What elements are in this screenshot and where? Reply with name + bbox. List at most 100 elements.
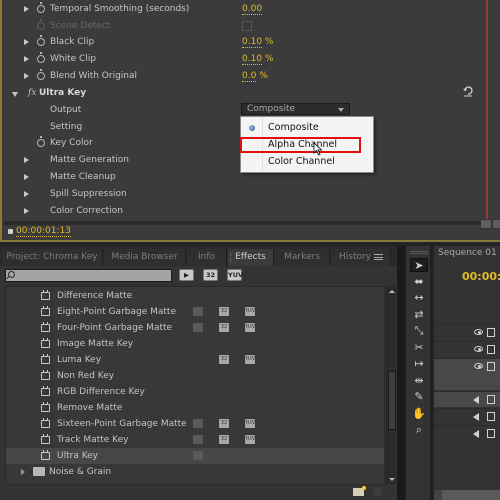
ripple-edit-tool[interactable]: ↔ [410,291,428,305]
output-dropdown[interactable]: Composite [241,103,350,115]
video-track-header[interactable] [434,341,500,357]
stopwatch-icon[interactable] [37,136,45,147]
pen-tool[interactable]: ✎ [410,390,428,404]
effect-list-item[interactable]: Difference Matte [6,288,384,304]
effect-list-item[interactable]: Sixteen-Point Garbage Matte 32 YUV [6,416,384,432]
expand-triangle-icon[interactable] [21,469,25,475]
sync-lock-icon[interactable] [487,345,495,354]
video-track-header[interactable] [434,324,500,340]
rate-stretch-tool[interactable]: ⤡ [410,324,428,338]
tab-info[interactable]: Info [187,249,227,266]
zoom-tool[interactable]: ⌕ [410,423,428,437]
scroll-up-icon[interactable] [389,290,395,293]
yuv-filter-button[interactable]: YUV [227,269,243,281]
zoom-in-button[interactable] [492,219,500,229]
group-spill-suppression[interactable]: Spill Suppression [2,186,232,202]
param-value[interactable]: 0.10 % [242,34,273,50]
effect-list-item[interactable]: Remove Matte [6,400,384,416]
sync-lock-icon[interactable] [487,412,495,421]
32-bit-filter-button[interactable]: 32 [203,269,218,281]
stopwatch-icon[interactable] [37,69,45,80]
eye-icon[interactable] [474,329,483,335]
drag-grip-icon[interactable] [410,251,428,254]
timeline-scrollbar[interactable] [434,490,500,500]
menu-item-composite[interactable]: Composite [241,119,373,136]
stopwatch-icon[interactable] [37,2,45,13]
param-value[interactable]: 0.10 % [242,51,273,67]
eye-icon[interactable] [474,346,483,352]
group-matte-cleanup[interactable]: Matte Cleanup [2,169,232,185]
effect-list-item[interactable]: Ultra Key [6,448,384,464]
current-time-display[interactable]: 00:00:01:13 [16,226,71,237]
delete-icon[interactable] [374,488,382,496]
tab-media-browser[interactable]: Media Browser [104,249,186,266]
ultra-key-header[interactable]: fx Ultra Key [2,85,482,101]
panel-divider[interactable] [397,246,405,500]
video-track-header[interactable] [434,358,500,390]
new-custom-bin-icon[interactable] [353,486,366,496]
audio-track-header[interactable] [434,425,500,441]
vertical-scrollbar[interactable] [386,286,396,485]
speaker-icon[interactable] [473,413,479,421]
reset-icon[interactable] [462,85,474,97]
effect-list-item[interactable]: Luma Key 32 YUV [6,352,384,368]
panel-menu-icon[interactable] [374,254,383,260]
menu-item-color-channel[interactable]: Color Channel [241,153,373,170]
stopwatch-icon[interactable] [37,52,45,63]
horizontal-scrollbar[interactable] [4,221,482,225]
collapse-triangle-icon[interactable] [12,92,18,97]
razor-tool[interactable]: ✂ [410,341,428,355]
param-value[interactable]: 0.0 % [242,68,268,84]
audio-track-header[interactable] [434,408,500,424]
effects-search-input[interactable] [5,269,172,282]
track-select-tool[interactable]: ⬌ [410,275,428,289]
accelerated-effects-filter-button[interactable]: ▶ [179,269,194,281]
tab-effects[interactable]: Effects [228,249,274,266]
hand-tool[interactable]: ✋ [410,407,428,421]
expand-triangle-icon[interactable] [24,56,29,62]
group-matte-generation[interactable]: Matte Generation [2,152,232,168]
expand-triangle-icon[interactable] [24,174,29,180]
eye-icon[interactable] [474,363,483,369]
fx-icon[interactable]: fx [28,85,36,101]
playhead-line[interactable] [486,0,488,222]
scrollbar-thumb[interactable] [388,371,396,430]
rolling-edit-tool[interactable]: ⇄ [410,308,428,322]
audio-track-header[interactable] [434,391,500,407]
expand-triangle-icon[interactable] [24,191,29,197]
sequence-timecode[interactable]: 00:00:0 [462,270,500,283]
zoom-out-button[interactable] [480,219,492,229]
effect-list-item[interactable]: RGB Difference Key [6,384,384,400]
scene-detect-checkbox[interactable] [242,21,252,31]
group-color-correction[interactable]: Color Correction [2,203,232,219]
effect-folder-item[interactable]: Noise & Grain [6,464,384,480]
tab-project[interactable]: Project: Chroma Key [2,249,103,266]
effect-list-item[interactable]: Image Matte Key [6,336,384,352]
param-value[interactable]: 0.00 [242,1,263,17]
expand-triangle-icon[interactable] [24,73,29,79]
sync-lock-icon[interactable] [487,429,495,438]
effect-list-item[interactable]: Eight-Point Garbage Matte 32 YUV [6,304,384,320]
expand-triangle-icon[interactable] [24,157,29,163]
slip-tool[interactable]: ↦ [410,357,428,371]
expand-triangle-icon[interactable] [24,208,29,214]
sync-lock-icon[interactable] [487,395,495,404]
hand-icon: ✋ [412,406,426,420]
panel-tab-bar: Project: Chroma Key Media Browser Info E… [0,246,397,266]
expand-triangle-icon[interactable] [24,6,29,12]
speaker-icon[interactable] [473,396,479,404]
expand-triangle-icon[interactable] [24,39,29,45]
effect-list-item[interactable]: Non Red Key [6,368,384,384]
effect-list-item[interactable]: Four-Point Garbage Matte 32 YUV [6,320,384,336]
scroll-down-icon[interactable] [389,478,395,481]
speaker-icon[interactable] [473,430,479,438]
sync-lock-icon[interactable] [487,362,495,371]
tab-markers[interactable]: Markers [275,249,330,266]
slide-tool[interactable]: ⇹ [410,374,428,388]
drag-grip-icon[interactable] [230,253,233,262]
stopwatch-icon[interactable] [37,35,45,46]
sync-lock-icon[interactable] [487,328,495,337]
tab-sequence[interactable]: Sequence 01 [438,248,497,258]
selection-tool[interactable]: ➤ [410,258,428,272]
effect-list-item[interactable]: Track Matte Key 32 YUV [6,432,384,448]
